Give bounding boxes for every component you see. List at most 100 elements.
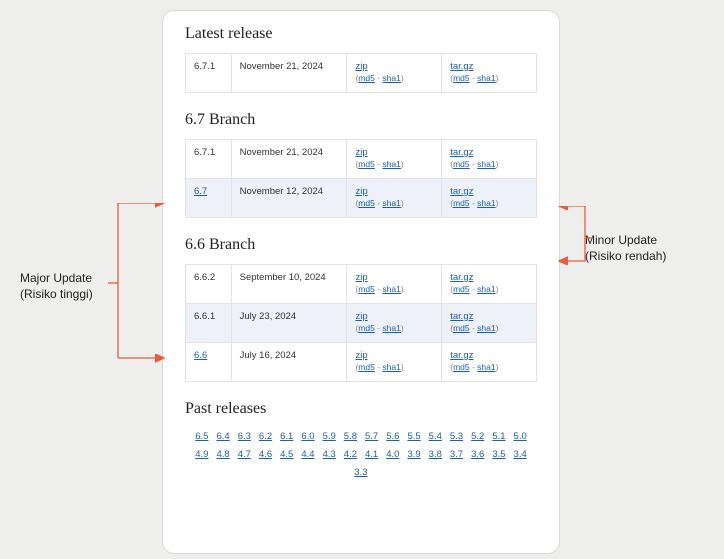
past-release-link[interactable]: 3.8 <box>429 446 442 464</box>
past-release-link[interactable]: 4.7 <box>238 446 251 464</box>
past-release-link[interactable]: 5.7 <box>365 428 378 446</box>
md5-link[interactable]: md5 <box>453 284 470 294</box>
past-release-link[interactable]: 5.2 <box>471 428 484 446</box>
checksum-links: (md5 - sha1) <box>355 362 433 372</box>
past-release-link[interactable]: 6.0 <box>301 428 314 446</box>
past-release-link[interactable]: 6.5 <box>195 428 208 446</box>
table-row: 6.6.2September 10, 2024zip(md5 - sha1)ta… <box>186 265 537 304</box>
past-release-link[interactable]: 3.3 <box>354 464 367 482</box>
past-release-link[interactable]: 4.5 <box>280 446 293 464</box>
past-release-link[interactable]: 5.0 <box>514 428 527 446</box>
cell-download-tar: tar.gz(md5 - sha1) <box>442 140 537 179</box>
cell-download-zip: zip(md5 - sha1) <box>347 343 442 382</box>
past-release-link[interactable]: 5.1 <box>492 428 505 446</box>
sha1-link[interactable]: sha1 <box>477 159 495 169</box>
sha1-link[interactable]: sha1 <box>477 73 495 83</box>
past-release-link[interactable]: 3.5 <box>492 446 505 464</box>
checksum-links: (md5 - sha1) <box>450 198 528 208</box>
md5-link[interactable]: md5 <box>358 159 375 169</box>
cell-download-zip: zip(md5 - sha1) <box>347 304 442 343</box>
sha1-link[interactable]: sha1 <box>382 73 400 83</box>
cell-version: 6.7.1 <box>186 54 232 93</box>
md5-link[interactable]: md5 <box>358 73 375 83</box>
cell-date: November 12, 2024 <box>231 179 347 218</box>
arrow-major <box>108 203 168 363</box>
past-release-link[interactable]: 4.1 <box>365 446 378 464</box>
cell-download-tar: tar.gz(md5 - sha1) <box>442 265 537 304</box>
checksum-links: (md5 - sha1) <box>450 159 528 169</box>
version-link[interactable]: 6.7 <box>194 186 207 197</box>
past-release-link[interactable]: 4.0 <box>386 446 399 464</box>
past-release-link[interactable]: 5.6 <box>386 428 399 446</box>
sha1-link[interactable]: sha1 <box>382 284 400 294</box>
md5-link[interactable]: md5 <box>358 323 375 333</box>
tar-link[interactable]: tar.gz <box>450 186 473 197</box>
md5-link[interactable]: md5 <box>453 323 470 333</box>
zip-link[interactable]: zip <box>355 311 367 322</box>
annotation-text: Major Update <box>20 270 93 286</box>
past-release-link[interactable]: 4.6 <box>259 446 272 464</box>
tar-link[interactable]: tar.gz <box>450 350 473 361</box>
past-release-link[interactable]: 6.4 <box>216 428 229 446</box>
cell-date: September 10, 2024 <box>231 265 347 304</box>
zip-link[interactable]: zip <box>355 61 367 72</box>
past-release-link[interactable]: 3.6 <box>471 446 484 464</box>
zip-link[interactable]: zip <box>355 147 367 158</box>
past-release-link[interactable]: 6.3 <box>238 428 251 446</box>
checksum-links: (md5 - sha1) <box>450 284 528 294</box>
past-release-link[interactable]: 3.7 <box>450 446 463 464</box>
annotation-text: (Risiko rendah) <box>585 248 666 264</box>
md5-link[interactable]: md5 <box>453 159 470 169</box>
past-release-link[interactable]: 5.5 <box>407 428 420 446</box>
sha1-link[interactable]: sha1 <box>382 362 400 372</box>
md5-link[interactable]: md5 <box>358 198 375 208</box>
zip-link[interactable]: zip <box>355 272 367 283</box>
checksum-links: (md5 - sha1) <box>355 73 433 83</box>
past-release-link[interactable]: 4.4 <box>301 446 314 464</box>
version-link[interactable]: 6.6 <box>194 350 207 361</box>
zip-link[interactable]: zip <box>355 350 367 361</box>
past-release-link[interactable]: 3.4 <box>514 446 527 464</box>
annotation-text: (Risiko tinggi) <box>20 286 93 302</box>
past-release-link[interactable]: 3.9 <box>407 446 420 464</box>
tar-link[interactable]: tar.gz <box>450 311 473 322</box>
zip-link[interactable]: zip <box>355 186 367 197</box>
tar-link[interactable]: tar.gz <box>450 272 473 283</box>
md5-link[interactable]: md5 <box>358 284 375 294</box>
sha1-link[interactable]: sha1 <box>382 159 400 169</box>
past-release-link[interactable]: 5.3 <box>450 428 463 446</box>
checksum-links: (md5 - sha1) <box>450 73 528 83</box>
tar-link[interactable]: tar.gz <box>450 61 473 72</box>
table-row: 6.7 November 12, 2024 zip (md5 - sha1)tar.g… <box>186 179 537 218</box>
checksum-links: (md5 - sha1) <box>355 323 433 333</box>
past-release-link[interactable]: 6.2 <box>259 428 272 446</box>
sha1-link[interactable]: sha1 <box>477 323 495 333</box>
sha1-link[interactable]: sha1 <box>477 362 495 372</box>
sha1-link[interactable]: sha1 <box>477 198 495 208</box>
past-release-link[interactable]: 4.2 <box>344 446 357 464</box>
past-release-link[interactable]: 4.9 <box>195 446 208 464</box>
heading-67: 6.7 Branch <box>185 111 537 129</box>
past-release-link[interactable]: 5.4 <box>429 428 442 446</box>
sha1-link[interactable]: sha1 <box>477 284 495 294</box>
checksum-links: (md5 - sha1) <box>355 284 433 294</box>
md5-link[interactable]: md5 <box>453 198 470 208</box>
md5-link[interactable]: md5 <box>358 362 375 372</box>
annotation-major: Major Update (Risiko tinggi) <box>20 270 93 302</box>
past-release-link[interactable]: 5.9 <box>323 428 336 446</box>
sha1-link[interactable]: sha1 <box>382 198 400 208</box>
md5-link[interactable]: md5 <box>453 73 470 83</box>
past-release-link[interactable]: 4.8 <box>216 446 229 464</box>
cell-download-zip: zip(md5 - sha1) <box>347 140 442 179</box>
annotation-text: Minor Update <box>585 232 666 248</box>
sha1-link[interactable]: sha1 <box>382 323 400 333</box>
past-release-link[interactable]: 5.8 <box>344 428 357 446</box>
cell-download-zip: zip(md5 - sha1) <box>347 265 442 304</box>
tar-link[interactable]: tar.gz <box>450 147 473 158</box>
past-release-link[interactable]: 6.1 <box>280 428 293 446</box>
table-row: 6.7.1 November 21, 2024 zip (md5 - sha1)… <box>186 54 537 93</box>
past-release-link[interactable]: 4.3 <box>323 446 336 464</box>
cell-version: 6.6.2 <box>186 265 232 304</box>
md5-link[interactable]: md5 <box>453 362 470 372</box>
table-67: 6.7.1November 21, 2024zip(md5 - sha1)tar… <box>185 139 537 218</box>
